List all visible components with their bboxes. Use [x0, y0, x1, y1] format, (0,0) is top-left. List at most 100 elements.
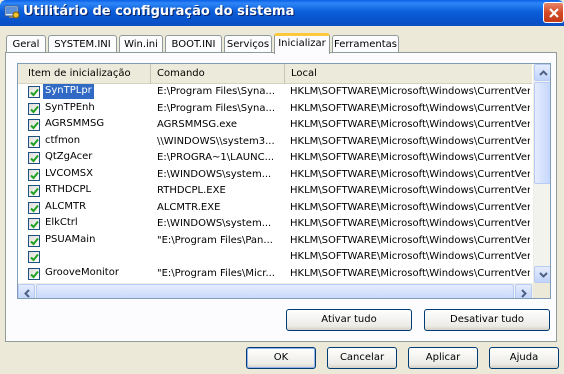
- startup-location: HKLM\SOFTWARE\Microsoft\Windows\CurrentV…: [290, 86, 530, 97]
- disable-all-button[interactable]: Desativar tudo: [424, 309, 550, 331]
- close-button[interactable]: [543, 2, 564, 23]
- horizontal-scrollbar[interactable]: [18, 283, 533, 298]
- table-row[interactable]: SynTPLpr E:\Program Files\Syna... HKLM\SOF…: [18, 84, 532, 101]
- scrollbar-corner: [533, 283, 550, 298]
- column-header-command[interactable]: Comando: [151, 64, 285, 84]
- enable-checkbox[interactable]: [28, 251, 40, 263]
- table-row[interactable]: SynTPEnh E:\Program Files\Syna... HKLM\SOF…: [18, 101, 532, 118]
- enable-checkbox[interactable]: [28, 119, 40, 131]
- startup-item-name: GrooveMonitor: [45, 266, 119, 278]
- enable-checkbox[interactable]: [28, 201, 40, 214]
- table-row[interactable]: ALCMTR ALCMTR.EXE HKLM\SOFTWARE\Microsoft\…: [18, 200, 532, 217]
- startup-command: RTHDCPL.EXE: [157, 185, 226, 196]
- ok-button[interactable]: OK: [246, 347, 316, 369]
- startup-item-cell: QtZgAcer: [26, 150, 151, 166]
- enable-checkbox[interactable]: [28, 168, 40, 181]
- apply-button[interactable]: Aplicar: [408, 347, 478, 369]
- enable-checkbox[interactable]: [28, 152, 40, 164]
- startup-location: HKLM\SOFTWARE\Microsoft\Windows\CurrentV…: [290, 152, 530, 163]
- table-row[interactable]: GrooveMonitor "E:\Program Files\Micr... HK…: [18, 266, 532, 283]
- startup-item-cell: ElkCtrl: [26, 216, 151, 232]
- table-row[interactable]: PSUAMain "E:\Program Files\Pan... HKLM\SOF…: [18, 233, 532, 250]
- startup-list[interactable]: Item de inicialização Comando Local SynT…: [17, 63, 551, 299]
- enable-checkbox[interactable]: [28, 135, 40, 148]
- scroll-right-button[interactable]: [515, 284, 532, 298]
- tab-servicos[interactable]: Serviços: [224, 35, 272, 53]
- table-row[interactable]: LVCOMSX E:\WINDOWS\system... HKLM\SOFTWARE…: [18, 167, 532, 184]
- tab-system-ini[interactable]: SYSTEM.INI: [48, 35, 117, 53]
- startup-item-cell: AGRSMMSG: [26, 117, 151, 133]
- checkmark-icon: [30, 253, 39, 262]
- enable-checkbox[interactable]: [28, 218, 40, 230]
- table-row[interactable]: ctfmon \\WINDOWS\\system3... HKLM\SOFTWARE…: [18, 134, 532, 151]
- startup-location: HKLM\SOFTWARE\Microsoft\Windows\CurrentV…: [290, 185, 530, 196]
- title-bar[interactable]: Utilitário de configuração do sistema: [0, 0, 564, 26]
- startup-command: E:\Program Files\Syna...: [157, 102, 276, 114]
- startup-command: E:\WINDOWS\system...: [157, 218, 272, 229]
- scroll-left-button[interactable]: [18, 284, 35, 298]
- startup-item-name: AGRSMMSG: [45, 118, 105, 129]
- table-row[interactable]: ElkCtrl E:\WINDOWS\system... HKLM\SOFTWARE…: [18, 216, 532, 233]
- startup-location: HKLM\SOFTWARE\Microsoft\Windows\CurrentV…: [290, 168, 530, 180]
- vertical-scroll-thumb[interactable]: [534, 82, 550, 184]
- table-row[interactable]: RTHDCPL RTHDCPL.EXE HKLM\SOFTWARE\Microsof…: [18, 183, 532, 200]
- enable-checkbox[interactable]: [28, 86, 40, 98]
- enable-checkbox[interactable]: [28, 102, 40, 115]
- enable-checkbox[interactable]: [28, 267, 40, 280]
- checkmark-icon: [30, 270, 39, 278]
- checkmark-icon: [30, 187, 39, 196]
- startup-item-name: LVCOMSX: [45, 167, 93, 179]
- startup-item-name: ElkCtrl: [45, 217, 78, 228]
- scroll-down-button[interactable]: [534, 266, 550, 283]
- table-row[interactable]: AGRSMMSG AGRSMMSG.exe HKLM\SOFTWARE\Micros…: [18, 117, 532, 134]
- chevron-right-icon: [521, 289, 527, 298]
- startup-item-cell: SynTPLpr: [26, 84, 151, 100]
- startup-item-name: QtZgAcer: [45, 151, 93, 162]
- close-icon: [549, 8, 559, 18]
- startup-location: HKLM\SOFTWARE\Microsoft\Windows\CurrentV…: [290, 102, 530, 114]
- chevron-up-icon: [539, 70, 548, 76]
- scroll-up-button[interactable]: [534, 64, 550, 81]
- startup-item-cell: PSUAMain: [26, 233, 151, 249]
- msconfig-icon: [4, 5, 20, 19]
- startup-item-name: ctfmon: [45, 134, 81, 146]
- help-button[interactable]: Ajuda: [489, 347, 559, 369]
- tab-win-ini[interactable]: Win.ini: [119, 35, 163, 53]
- tab-inicializar[interactable]: Inicializar: [274, 33, 330, 54]
- startup-command: E:\PROGRA~1\LAUNC...: [157, 152, 275, 163]
- startup-location: HKLM\SOFTWARE\Microsoft\Windows\CurrentV…: [290, 201, 530, 213]
- chevron-left-icon: [24, 289, 30, 298]
- enable-all-button[interactable]: Ativar tudo: [286, 309, 412, 331]
- cancel-button[interactable]: Cancelar: [327, 347, 397, 369]
- table-row[interactable]: QtZgAcer E:\PROGRA~1\LAUNC... HKLM\SOFTWAR…: [18, 150, 532, 167]
- column-header-location[interactable]: Local: [285, 64, 532, 84]
- checkmark-icon: [30, 220, 39, 229]
- tab-boot-ini[interactable]: BOOT.INI: [165, 35, 222, 53]
- startup-command: [157, 249, 279, 265]
- tab-ferramentas[interactable]: Ferramentas: [332, 35, 399, 53]
- table-row[interactable]: HKLM\SOFTWARE\Microsoft\Windows\CurrentV…: [18, 249, 532, 266]
- startup-item-cell: GrooveMonitor: [26, 266, 151, 282]
- column-header-item[interactable]: Item de inicialização: [18, 64, 151, 84]
- checkmark-icon: [30, 105, 39, 113]
- chevron-down-icon: [539, 272, 548, 278]
- vertical-scrollbar[interactable]: [533, 64, 550, 283]
- startup-item-name: SynTPEnh: [45, 101, 95, 113]
- enable-checkbox[interactable]: [28, 234, 40, 247]
- startup-location: HKLM\SOFTWARE\Microsoft\Windows\CurrentV…: [290, 119, 530, 130]
- startup-location: HKLM\SOFTWARE\Microsoft\Windows\CurrentV…: [290, 218, 530, 229]
- startup-command: E:\Program Files\Syna...: [157, 86, 276, 97]
- startup-location: HKLM\SOFTWARE\Microsoft\Windows\CurrentV…: [290, 251, 530, 262]
- checkmark-icon: [30, 138, 39, 146]
- tab-geral[interactable]: Geral: [6, 35, 46, 53]
- enable-checkbox[interactable]: [28, 185, 40, 197]
- checkmark-icon: [30, 237, 39, 245]
- startup-command: E:\WINDOWS\system...: [157, 168, 272, 180]
- horizontal-scroll-thumb[interactable]: [36, 284, 514, 298]
- checkmark-icon: [30, 171, 39, 179]
- startup-command: "E:\Program Files\Micr...: [157, 267, 275, 279]
- startup-item-name: SynTPLpr: [43, 84, 94, 99]
- startup-location: HKLM\SOFTWARE\Microsoft\Windows\CurrentV…: [290, 267, 530, 279]
- startup-command: ALCMTR.EXE: [157, 201, 221, 213]
- startup-item-name: [43, 249, 47, 264]
